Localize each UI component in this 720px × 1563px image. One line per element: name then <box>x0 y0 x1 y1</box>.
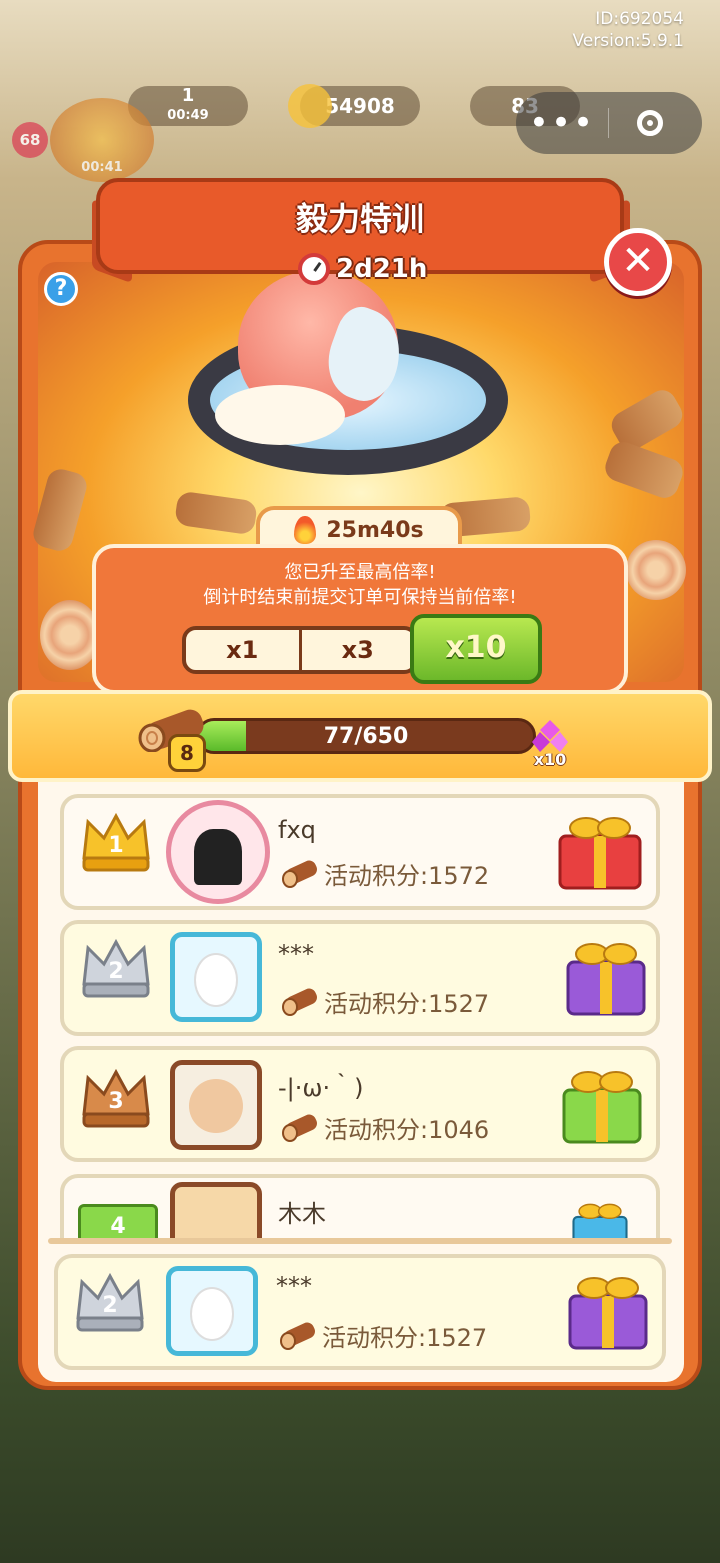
log-icon <box>282 1114 317 1142</box>
clock-icon <box>298 253 330 285</box>
rank-number: 2 <box>108 959 123 984</box>
score: 活动积分:1572 <box>280 856 489 891</box>
player-name: *** <box>276 1272 312 1300</box>
gift-icon[interactable] <box>556 1060 648 1146</box>
event-countdown: 2d21h <box>298 250 427 288</box>
avatar <box>166 800 270 904</box>
rank-number: 1 <box>108 833 123 858</box>
rank-number: 2 <box>102 1293 117 1318</box>
coins-value: 54908 <box>325 94 395 118</box>
avatar-figure <box>196 955 236 1005</box>
avatar-figure <box>189 1079 243 1133</box>
player-name: fxq <box>278 816 316 844</box>
exit-miniprogram-icon[interactable] <box>637 110 663 136</box>
fire-icon <box>294 516 317 544</box>
multiplier-message: 您已升至最高倍率! 倒计时结束前提交订单可保持当前倍率! <box>92 560 628 610</box>
multiplier-x1: x1 <box>226 636 259 664</box>
gift-icon[interactable] <box>560 1196 640 1238</box>
event-title: 毅力特训 <box>295 200 424 238</box>
log-end <box>40 600 100 670</box>
score-text: 活动积分:1046 <box>324 1116 490 1144</box>
close-button[interactable]: ✕ <box>604 228 672 296</box>
capsule-divider <box>608 108 609 138</box>
crown-icon: 2 <box>82 938 150 998</box>
countdown-text: 2d21h <box>336 254 428 284</box>
more-icon[interactable]: ••• <box>516 92 608 154</box>
log-icon <box>280 1322 315 1350</box>
rank-number: 3 <box>108 1089 123 1114</box>
avatar <box>166 1266 258 1356</box>
boost-timer-text: 25m40s <box>326 517 424 543</box>
user-id: ID:692054 <box>595 9 684 29</box>
coin-icon <box>288 84 332 128</box>
list-divider <box>48 1238 672 1244</box>
score-text: 活动积分:1572 <box>324 862 490 890</box>
log-icon <box>282 988 317 1016</box>
player-name: 木木 <box>278 1200 326 1228</box>
close-icon: ✕ <box>621 238 655 284</box>
lives-timer: 00:49 <box>167 108 209 123</box>
build-info: ID:692054 Version:5.9.1 <box>573 8 685 52</box>
crown-icon: 2 <box>76 1272 144 1332</box>
version-label: Version:5.9.1 <box>572 31 685 51</box>
gem-icon <box>532 720 568 752</box>
avatar <box>170 932 262 1022</box>
gift-icon[interactable] <box>560 932 652 1018</box>
crown-icon: 1 <box>82 812 150 872</box>
message-line-1: 您已升至最高倍率! <box>284 562 436 583</box>
score: 活动积分:1527 <box>278 1318 487 1353</box>
miniprogram-capsule: ••• <box>516 92 702 154</box>
score-text: 活动积分:1527 <box>324 990 490 1018</box>
log-end <box>626 540 686 600</box>
avatar <box>170 1182 262 1238</box>
event-badge: 00:41 <box>50 98 154 182</box>
avatar-figure <box>194 829 242 885</box>
help-button[interactable]: ? <box>44 272 78 306</box>
ranking-row-clip: 4 木木 <box>50 1174 670 1238</box>
log-icon <box>282 860 317 888</box>
egg-white <box>215 385 345 445</box>
avatar <box>170 1060 262 1150</box>
score: 活动积分:1527 <box>280 984 489 1019</box>
multiplier-selector: x1 x3 <box>182 626 418 674</box>
multiplier-x3: x3 <box>298 630 415 670</box>
help-icon: ? <box>54 276 68 301</box>
player-name: *** <box>278 940 314 968</box>
reward-multiplier: x10 <box>533 750 567 769</box>
avatar-figure <box>192 1289 232 1339</box>
level-badge: 68 <box>12 122 48 158</box>
crown-icon: 3 <box>82 1068 150 1128</box>
message-line-2: 倒计时结束前提交订单可保持当前倍率! <box>203 587 517 608</box>
gift-icon[interactable] <box>562 1266 654 1352</box>
rank-badge: 4 <box>78 1204 158 1238</box>
score-text: 活动积分:1527 <box>322 1324 488 1352</box>
progress-level-badge: 8 <box>168 734 206 772</box>
lives-count: 1 <box>181 85 195 106</box>
badge-timer: 00:41 <box>81 160 123 175</box>
player-name: -|·ω·｀) <box>278 1074 364 1102</box>
gift-icon[interactable] <box>554 806 646 892</box>
progress-text: 77/650 <box>323 724 409 749</box>
multiplier-x10-active: x10 <box>410 614 542 684</box>
score: 活动积分:1046 <box>280 1110 489 1145</box>
